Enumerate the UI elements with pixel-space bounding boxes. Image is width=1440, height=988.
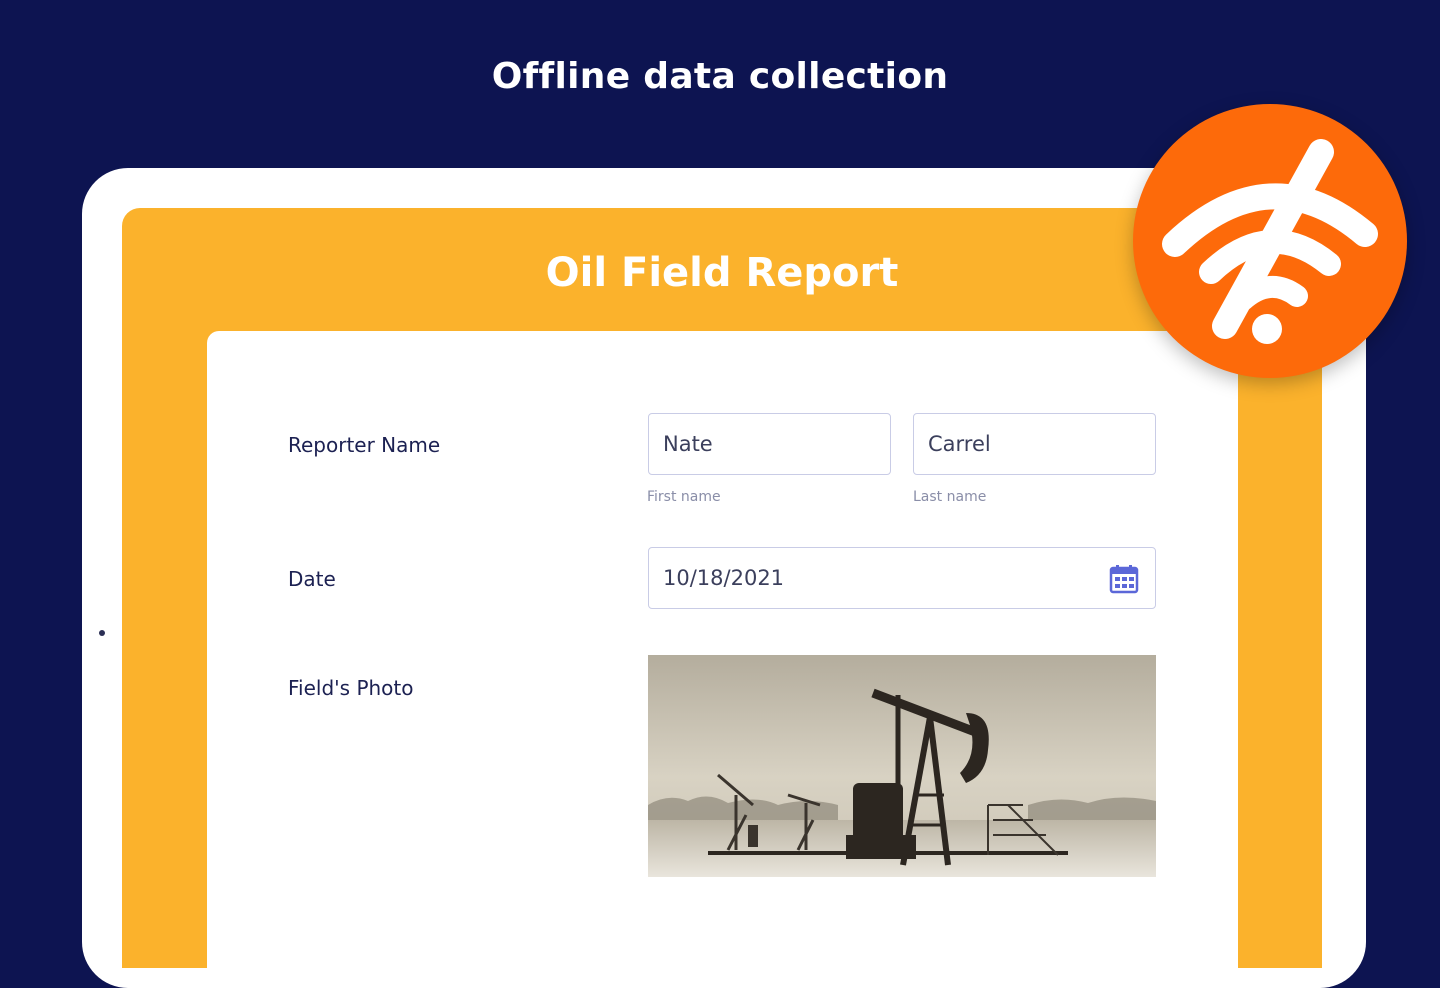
last-name-sublabel: Last name xyxy=(913,489,987,505)
field-photo[interactable] xyxy=(648,655,1156,877)
first-name-value: Nate xyxy=(663,432,713,456)
date-input[interactable]: 10/18/2021 xyxy=(648,547,1156,609)
calendar-icon[interactable] xyxy=(1109,564,1139,594)
wifi-off-icon xyxy=(1162,139,1378,344)
reporter-name-label: Reporter Name xyxy=(288,433,441,457)
first-name-sublabel: First name xyxy=(647,489,721,505)
last-name-input[interactable]: Carrel xyxy=(913,413,1156,475)
offline-badge xyxy=(1133,104,1407,378)
field-photo-label: Field's Photo xyxy=(288,676,414,700)
first-name-input[interactable]: Nate xyxy=(648,413,891,475)
headline: Offline data collection xyxy=(491,56,949,97)
date-label: Date xyxy=(288,567,336,591)
tablet-camera-dot xyxy=(99,630,105,636)
last-name-value: Carrel xyxy=(928,432,991,456)
date-value: 10/18/2021 xyxy=(663,566,785,590)
